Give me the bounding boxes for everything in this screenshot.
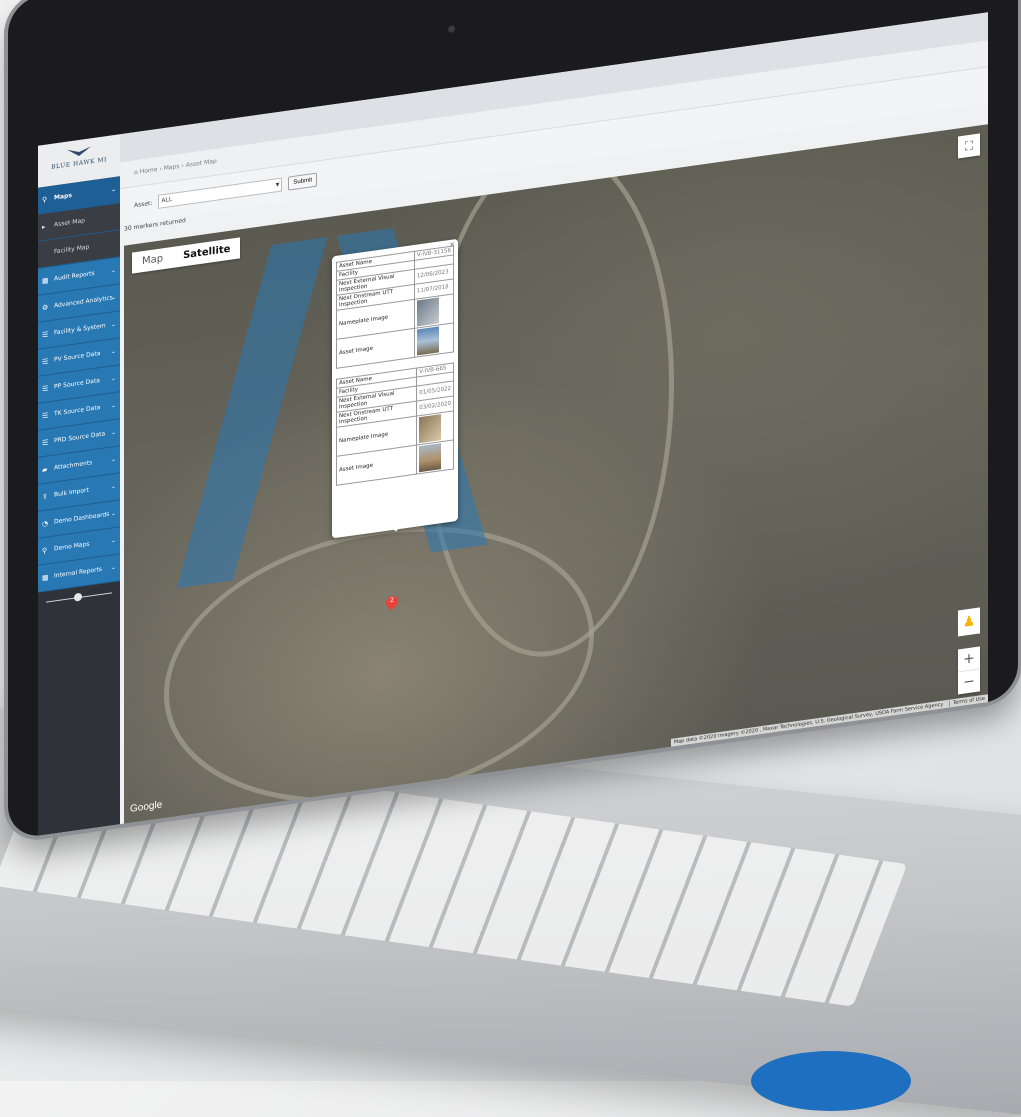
breadcrumb-separator: ›	[159, 165, 162, 173]
zoom-out-button[interactable]: −	[958, 668, 980, 695]
sidebar: BLUE HAWK MI ⚲ Maps ⌄ ▸ Asset Map Facility …	[38, 134, 120, 836]
chevron-down-icon: ⌄	[110, 266, 116, 275]
main-content: ⌂ Home › Maps › Asset Map Asset: ALL ▼ S…	[120, 40, 988, 824]
laptop-lid: BLUE HAWK MI ⚲ Maps ⌄ ▸ Asset Map Facility …	[8, 0, 1018, 840]
asset-table: Asset Name V-IVB-31156 Facility Next Ext…	[336, 245, 454, 369]
asset-table: Asset Name V-IVB-665 Facility Next Exter…	[336, 362, 454, 486]
chevron-down-icon: ⌄	[110, 401, 116, 410]
satellite-map[interactable]: Map Satellite ⛶ × Asset Name V-IVB-31156…	[124, 124, 988, 824]
fullscreen-button[interactable]: ⛶	[958, 133, 980, 159]
asset-image-cell	[416, 439, 454, 475]
terms-of-use-link[interactable]: Terms of Use	[948, 695, 985, 707]
chevron-down-icon: ⌄	[110, 293, 116, 302]
chevron-down-icon: ⌄	[110, 563, 116, 572]
camera-icon	[448, 25, 455, 34]
grid-icon: ▦	[42, 276, 49, 286]
list-icon: ☰	[42, 384, 49, 394]
screen: BLUE HAWK MI ⚲ Maps ⌄ ▸ Asset Map Facility …	[38, 12, 988, 836]
map-attribution: Map data ©2020 Imagery ©2020 , Maxar Tec…	[670, 694, 988, 747]
home-icon[interactable]: ⌂	[134, 169, 138, 177]
grid-icon: ▦	[42, 573, 49, 583]
breadcrumb-current: Asset Map	[185, 157, 217, 170]
submit-button[interactable]: Submit	[288, 172, 318, 191]
breadcrumb-separator: ›	[181, 162, 184, 170]
chevron-down-icon: ⌄	[110, 509, 116, 518]
list-icon: ☰	[42, 411, 49, 421]
folder-icon: ▰	[42, 465, 48, 475]
asset-select-value: ALL	[161, 195, 173, 205]
asset-label: Asset:	[134, 199, 153, 209]
nameplate-image[interactable]	[419, 414, 442, 444]
list-icon: ☰	[42, 357, 49, 367]
map-type-satellite-button[interactable]: Satellite	[173, 237, 240, 267]
dashboard-icon: ◔	[42, 519, 49, 529]
chevron-down-icon: ⌄	[110, 347, 116, 356]
chevron-down-icon: ⌄	[110, 536, 116, 545]
upload-icon: ⇪	[42, 492, 48, 502]
fullscreen-icon: ⛶	[964, 138, 974, 154]
attribution-text: Map data ©2020 Imagery ©2020 , Maxar Tec…	[673, 701, 944, 746]
chevron-down-icon: ⌄	[110, 455, 116, 464]
caret-down-icon: ▼	[275, 181, 280, 189]
list-icon: ☰	[42, 330, 49, 340]
street-view-pegman[interactable]: ♟	[958, 607, 980, 637]
map-pin-icon: ⚲	[42, 195, 48, 205]
breadcrumb-maps[interactable]: Maps	[164, 163, 180, 172]
map-type-toggle: Map Satellite	[132, 237, 241, 274]
map-marker[interactable]: 2	[383, 593, 401, 615]
zoom-controls: + −	[958, 646, 980, 695]
chevron-down-icon: ⌄	[110, 428, 116, 437]
chevron-right-icon: ▸	[42, 222, 46, 232]
asset-image[interactable]	[419, 443, 442, 473]
chevron-down-icon: ⌄	[110, 320, 116, 329]
map-type-map-button[interactable]: Map	[132, 247, 173, 274]
watermark-x-left	[176, 237, 328, 589]
marker-info-window: × Asset Name V-IVB-31156 Facility Next E…	[332, 238, 458, 539]
list-icon: ☰	[42, 438, 49, 448]
breadcrumb-home[interactable]: Home	[140, 166, 158, 175]
chevron-down-icon: ⌄	[110, 482, 116, 491]
gears-icon: ⚙	[42, 303, 49, 313]
chevron-down-icon: ⌄	[110, 374, 116, 383]
close-icon[interactable]: ×	[449, 240, 455, 249]
chevron-down-icon: ⌄	[110, 185, 116, 194]
slider-handle[interactable]	[74, 592, 82, 602]
asset-image-cell	[414, 322, 454, 358]
nameplate-image[interactable]	[416, 297, 439, 327]
pegman-icon: ♟	[962, 613, 976, 631]
google-logo: Google	[130, 799, 163, 815]
sidebar-nav: ⚲ Maps ⌄ ▸ Asset Map Facility Map ▦ Audit Re…	[38, 176, 120, 593]
zoom-in-button[interactable]: +	[958, 646, 980, 671]
asset-image[interactable]	[416, 326, 439, 356]
decorative-blue-shape	[751, 1051, 911, 1111]
map-pin-icon: ⚲	[42, 546, 48, 556]
